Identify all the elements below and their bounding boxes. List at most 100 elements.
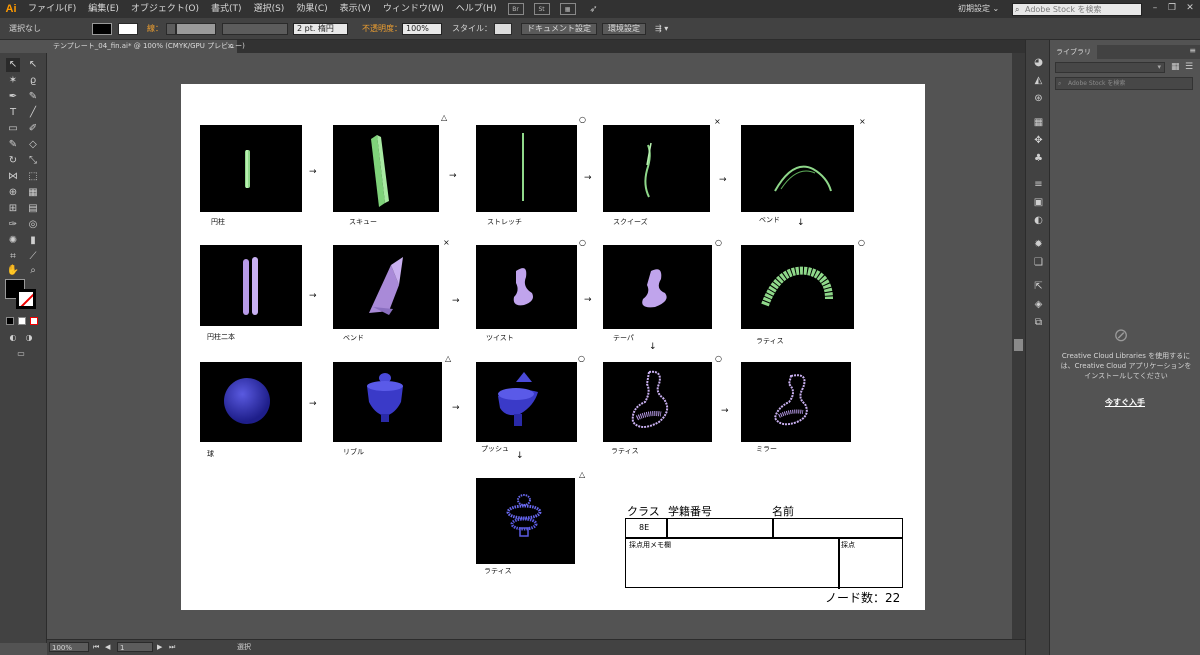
workspace-switcher[interactable]: 初期設定 ⌄ (958, 3, 999, 15)
thumb-lattice-purple[interactable] (603, 362, 712, 442)
thumb-push[interactable] (476, 362, 577, 442)
menu-type[interactable]: 書式(T) (205, 0, 248, 18)
rectangle-tool-icon[interactable]: ▭ (6, 122, 20, 136)
list-view-icon[interactable]: ☰ (1185, 62, 1193, 72)
gradient-mode-button[interactable] (18, 317, 26, 325)
stroke-label[interactable]: 線： (147, 23, 163, 35)
drawing-mode-icon[interactable]: ◐ (6, 331, 20, 345)
arrange-icon[interactable]: ⇶ ▾ (655, 23, 668, 35)
menu-window[interactable]: ウィンドウ(W) (377, 0, 450, 18)
paintbrush-tool-icon[interactable]: ✐ (26, 122, 40, 136)
artboard[interactable]: 円柱 → スキュー △ → ストレッチ ○ → スクイーズ × → ベンド × … (181, 84, 925, 610)
artboard-number-select[interactable]: 1 (117, 642, 153, 652)
artboards-icon[interactable]: ⧉ (1032, 316, 1045, 329)
close-tab-icon[interactable]: × (227, 40, 233, 53)
eyedropper-tool-icon[interactable]: ✑ (6, 218, 20, 232)
thumb-ripple[interactable] (333, 362, 442, 442)
document-settings-button[interactable]: ドキュメント設定 (521, 23, 597, 35)
document-tab[interactable]: テンプレート_04_fin.ai* @ 100% (CMYK/GPU プレビュー… (47, 40, 245, 53)
free-transform-tool-icon[interactable]: ⬚ (26, 170, 40, 184)
menu-select[interactable]: 選択(S) (248, 0, 291, 18)
gradient-tool-icon[interactable]: ▤ (26, 202, 40, 216)
color-mode-button[interactable] (6, 317, 14, 325)
fill-color-control[interactable] (92, 23, 112, 35)
canvas-area[interactable]: 円柱 → スキュー △ → ストレッチ ○ → スクイーズ × → ベンド × … (47, 53, 1012, 639)
menu-effect[interactable]: 効果(C) (290, 0, 333, 18)
panel-menu-icon[interactable]: ≡ (1189, 46, 1196, 55)
stroke-weight-stepper[interactable] (166, 23, 176, 35)
thumb-bend[interactable] (741, 125, 854, 212)
menu-help[interactable]: ヘルプ(H) (450, 0, 503, 18)
brushes-icon[interactable]: ✥ (1032, 134, 1045, 147)
current-tool-status[interactable]: 選択 (237, 642, 251, 652)
first-artboard-icon[interactable]: ⏮ (93, 642, 99, 652)
maximize-icon[interactable]: ❐ (1164, 2, 1180, 15)
brush-definition-select[interactable]: 2 pt. 楕円 (293, 23, 348, 35)
zoom-tool-icon[interactable]: ⌕ (26, 264, 40, 278)
direct-selection-tool-icon[interactable]: ↖ (26, 58, 40, 72)
zoom-select[interactable]: 100% (49, 642, 89, 652)
line-tool-icon[interactable]: ╱ (26, 106, 40, 120)
vertical-scrollbar[interactable] (1012, 53, 1025, 639)
library-tab[interactable]: ライブラリ (1050, 45, 1097, 59)
thumb-bend-2[interactable] (333, 245, 439, 329)
type-tool-icon[interactable]: T (6, 106, 20, 120)
stock-search-input[interactable]: ⌕ Adobe Stock を検索 (1012, 3, 1142, 16)
menu-object[interactable]: オブジェクト(O) (125, 0, 205, 18)
name-cell[interactable] (774, 520, 902, 536)
menu-edit[interactable]: 編集(E) (82, 0, 125, 18)
stock-icon[interactable]: St (533, 3, 550, 15)
width-tool-icon[interactable]: ⋈ (6, 170, 20, 184)
layers-icon[interactable]: ◈ (1032, 298, 1045, 311)
thumb-lattice-green[interactable] (741, 245, 854, 329)
thumb-skew[interactable] (333, 125, 439, 212)
thumb-sphere[interactable] (200, 362, 302, 442)
magic-wand-tool-icon[interactable]: ✶ (6, 74, 20, 88)
shape-builder-tool-icon[interactable]: ⊕ (6, 186, 20, 200)
symbols-icon[interactable]: ♣ (1032, 152, 1045, 165)
arrange-documents-icon[interactable]: ▦ (559, 3, 576, 15)
gpu-performance-icon[interactable]: ➶ (586, 3, 602, 15)
library-search-input[interactable]: ⌕ Adobe Stock を検索 (1055, 77, 1193, 90)
rotate-tool-icon[interactable]: ↻ (6, 154, 20, 168)
menu-view[interactable]: 表示(V) (334, 0, 377, 18)
thumb-taper[interactable] (603, 245, 712, 329)
last-artboard-icon[interactable]: ⏭ (169, 642, 175, 652)
student-id-cell[interactable] (668, 520, 772, 536)
thumb-stretch[interactable] (476, 125, 577, 212)
stroke-swatch[interactable] (16, 289, 36, 309)
next-artboard-icon[interactable]: ▶ (157, 642, 162, 652)
minimize-icon[interactable]: – (1147, 2, 1163, 15)
stroke-panel-icon[interactable]: ≡ (1032, 178, 1045, 191)
libraries-icon[interactable]: ⊛ (1032, 92, 1045, 105)
eraser-tool-icon[interactable]: ◇ (26, 138, 40, 152)
swatches-icon[interactable]: ▦ (1032, 116, 1045, 129)
graphic-style-swatch[interactable] (494, 23, 512, 35)
scrollbar-thumb[interactable] (1014, 339, 1023, 351)
lasso-tool-icon[interactable]: ϱ (26, 74, 40, 88)
class-value-cell[interactable]: 8E (639, 523, 649, 532)
close-icon[interactable]: ✕ (1182, 2, 1198, 15)
opacity-label[interactable]: 不透明度： (362, 23, 402, 35)
transparency-icon[interactable]: ◐ (1032, 214, 1045, 227)
draw-behind-icon[interactable]: ◑ (22, 331, 36, 345)
thumb-lattice-blue[interactable] (476, 478, 575, 564)
export-icon[interactable]: ⇱ (1032, 280, 1045, 293)
artboard-tool-icon[interactable]: ⌗ (6, 250, 20, 264)
thumb-cylinder[interactable] (200, 125, 302, 212)
screen-mode-icon[interactable]: ▭ (14, 347, 28, 361)
scale-tool-icon[interactable]: ⤡ (26, 154, 40, 168)
gradient-panel-icon[interactable]: ▣ (1032, 196, 1045, 209)
shaper-tool-icon[interactable]: ✎ (6, 138, 20, 152)
prev-artboard-icon[interactable]: ◀ (105, 642, 110, 652)
hand-tool-icon[interactable]: ✋ (6, 264, 20, 278)
symbol-sprayer-tool-icon[interactable]: ✺ (6, 234, 20, 248)
bridge-icon[interactable]: Br (507, 3, 524, 15)
variable-width-profile[interactable] (222, 23, 288, 35)
get-now-link[interactable]: 今すぐ入手 (1050, 397, 1200, 408)
grid-view-icon[interactable]: ▦ (1171, 62, 1180, 72)
graphic-styles-icon[interactable]: ❏ (1032, 256, 1045, 269)
opacity-input[interactable]: 100% (402, 23, 442, 35)
blend-tool-icon[interactable]: ◎ (26, 218, 40, 232)
none-mode-button[interactable] (30, 317, 38, 325)
